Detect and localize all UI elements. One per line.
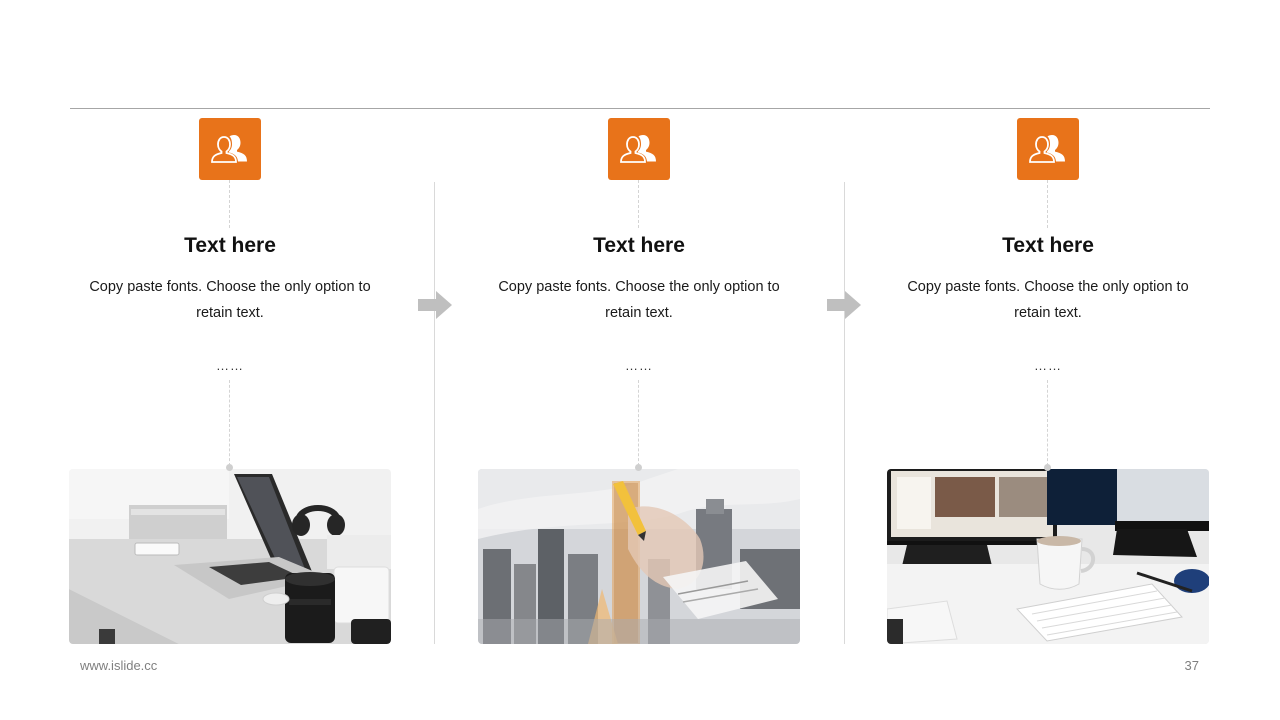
users-icon (608, 118, 670, 180)
column-separator (844, 182, 845, 644)
monitor-keyboard-photo (887, 469, 1209, 644)
column-ellipsis: …… (1034, 358, 1062, 373)
column-title: Text here (184, 234, 276, 257)
connector-line (229, 180, 230, 228)
connector-line (638, 380, 639, 466)
column-ellipsis: …… (625, 358, 653, 373)
column-description: Copy paste fonts. Choose the only option… (498, 279, 780, 321)
step-column-1: Text here Copy paste fonts. Choose the o… (69, 118, 391, 644)
connector-node (1044, 464, 1051, 471)
step-column-3: Text here Copy paste fonts. Choose the o… (887, 118, 1209, 644)
connector-line (229, 380, 230, 466)
connector-line (638, 180, 639, 228)
connector-line (1047, 180, 1048, 228)
users-icon (1017, 118, 1079, 180)
city-handwriting-photo (478, 469, 800, 644)
column-title: Text here (593, 234, 685, 257)
step-column-2: Text here Copy paste fonts. Choose the o… (478, 118, 800, 644)
column-ellipsis: …… (216, 358, 244, 373)
users-icon (199, 118, 261, 180)
page-number: 37 (1184, 658, 1199, 673)
column-description: Copy paste fonts. Choose the only option… (907, 279, 1189, 321)
column-title: Text here (1002, 234, 1094, 257)
column-separator (434, 182, 435, 644)
footer-url: www.islide.cc (80, 658, 158, 673)
connector-line (1047, 380, 1048, 466)
column-description: Copy paste fonts. Choose the only option… (89, 279, 371, 321)
arrow-right-icon (418, 291, 452, 319)
laptop-desk-photo (69, 469, 391, 644)
connector-node (226, 464, 233, 471)
connector-node (635, 464, 642, 471)
top-divider (70, 108, 1210, 109)
arrow-right-icon (827, 291, 861, 319)
